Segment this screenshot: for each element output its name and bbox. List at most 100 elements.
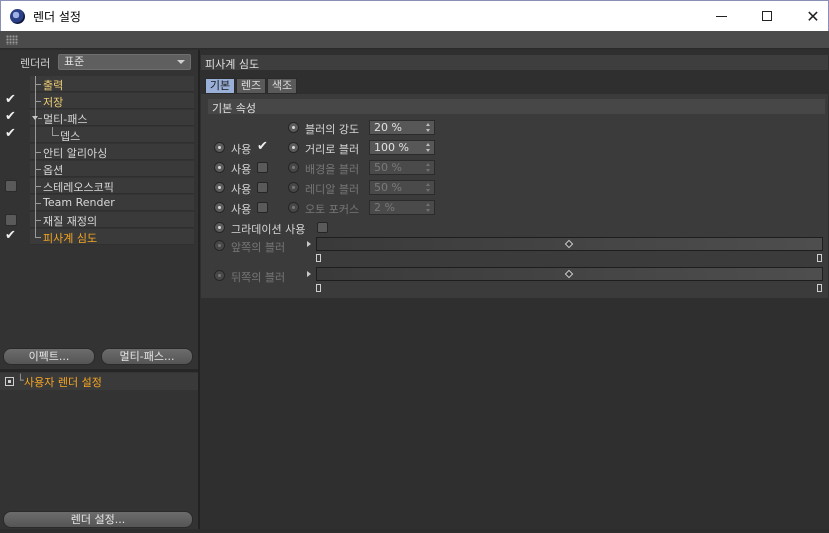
properties-content: 기본 속성 블러의 강도 20 % 사용 ✔ 거리로 블러 100 % 사용 배…: [201, 94, 828, 298]
distance-use-label: 사용: [231, 143, 252, 156]
front-blur-radio[interactable]: [214, 240, 225, 251]
spinner-icon[interactable]: [426, 183, 431, 192]
background-use-label: 사용: [231, 163, 252, 176]
checkmark-icon[interactable]: ✔: [5, 127, 17, 141]
right-panel: 피사계 심도 기본 렌즈 색조 기본 속성 블러의 강도 20 % 사용 ✔ 거…: [200, 50, 829, 529]
render-settings-button[interactable]: 렌더 설정...: [3, 511, 193, 528]
renderer-dropdown[interactable]: 표준: [58, 54, 191, 70]
background-blur-input[interactable]: 50 %: [369, 160, 435, 175]
tree-item-checkbox[interactable]: [5, 180, 17, 192]
radial-use-radio[interactable]: [214, 182, 225, 193]
tree-item-output[interactable]: 출력: [0, 76, 198, 93]
background-blur-label: 배경을 블러: [305, 163, 360, 176]
distance-use-checkbox[interactable]: ✔: [257, 140, 268, 153]
tree-item-depth[interactable]: ✔ 뎁스: [0, 127, 198, 144]
autofocus-use-radio[interactable]: [214, 202, 225, 213]
radial-blur-radio[interactable]: [288, 182, 299, 193]
tree-item-save[interactable]: ✔ 저장: [0, 93, 198, 110]
autofocus-radio[interactable]: [288, 202, 299, 213]
distance-blur-radio[interactable]: [288, 142, 299, 153]
distance-blur-label: 거리로 블러: [305, 143, 360, 156]
tree-item-depth-of-field[interactable]: ✔ 피사계 심도: [0, 229, 198, 246]
autofocus-input[interactable]: 2 %: [369, 200, 435, 215]
gradient-knot-end[interactable]: [817, 284, 822, 292]
tab-lens[interactable]: 렌즈: [236, 78, 266, 94]
tree-item-label: 뎁스: [60, 130, 81, 143]
tree-item-label: 멀티-패스: [43, 113, 88, 126]
tree-item-label: Team Render: [43, 196, 115, 209]
radial-blur-label: 레디알 블러: [305, 183, 360, 196]
radial-use-checkbox[interactable]: [257, 182, 268, 193]
tree-item-label: 옵션: [43, 164, 64, 177]
tree-item-checkbox[interactable]: [5, 214, 17, 226]
checkmark-icon[interactable]: ✔: [5, 110, 17, 124]
tab-tone[interactable]: 색조: [267, 78, 297, 94]
distance-blur-input[interactable]: 100 %: [369, 140, 435, 155]
radial-blur-input[interactable]: 50 %: [369, 180, 435, 195]
checkmark-icon[interactable]: ✔: [5, 93, 17, 107]
front-blur-label: 앞쪽의 블러: [231, 241, 286, 254]
grip-handle-icon[interactable]: [6, 35, 18, 45]
renderer-label: 렌더러: [20, 57, 51, 70]
minimize-button[interactable]: [698, 1, 744, 31]
title-bar: 렌더 설정 ✕: [0, 0, 829, 31]
tree-item-material-override[interactable]: 재질 재정의: [0, 212, 198, 229]
render-setting-icon: [5, 377, 14, 386]
tree-item-antialiasing[interactable]: 안티 알리아싱: [0, 144, 198, 161]
user-render-setting-label: 사용자 렌더 설정: [24, 376, 102, 389]
section-header: 기본 속성: [208, 99, 825, 115]
radial-use-label: 사용: [231, 183, 252, 196]
distance-use-radio[interactable]: [214, 142, 225, 153]
chevron-down-icon: [177, 60, 185, 64]
gradient-label: 그라데이션 사용: [231, 223, 306, 236]
gradient-knot-end[interactable]: [817, 254, 822, 262]
close-button[interactable]: ✕: [790, 1, 829, 31]
tree-item-team-render[interactable]: Team Render: [0, 195, 198, 212]
expand-arrow-icon[interactable]: [307, 271, 311, 277]
tree-item-options[interactable]: 옵션: [0, 161, 198, 178]
back-blur-label: 뒤쪽의 블러: [231, 271, 286, 284]
multipass-button[interactable]: 멀티-패스...: [101, 348, 193, 365]
autofocus-label: 오토 포커스: [305, 203, 360, 216]
tab-basic[interactable]: 기본: [205, 78, 235, 94]
tree-item-label: 스테레오스코픽: [43, 181, 114, 194]
background-use-checkbox[interactable]: [257, 162, 268, 173]
left-panel: 렌더러 표준 출력 ✔ 저장 ✔ 멀티-패스 ✔ 뎁스 안티 알리아싱 옵션 스…: [0, 50, 198, 529]
gradient-checkbox[interactable]: [317, 222, 328, 233]
tree-item-stereoscopic[interactable]: 스테레오스코픽: [0, 178, 198, 195]
tree-item-label: 안티 알리아싱: [43, 147, 108, 160]
minimize-icon: [715, 15, 727, 17]
renderer-row: 렌더러 표준: [0, 52, 198, 72]
tree-item-label: 재질 재정의: [43, 215, 98, 228]
window-title: 렌더 설정: [33, 10, 81, 24]
spinner-icon[interactable]: [426, 123, 431, 132]
checkmark-icon[interactable]: ✔: [5, 229, 17, 243]
gradient-radio[interactable]: [214, 222, 225, 233]
spinner-icon[interactable]: [426, 163, 431, 172]
tree-item-multipass[interactable]: ✔ 멀티-패스: [0, 110, 198, 127]
blur-strength-radio[interactable]: [288, 122, 299, 133]
panel-header: 피사계 심도: [201, 55, 828, 71]
gradient-knot-start[interactable]: [316, 254, 321, 262]
autofocus-use-checkbox[interactable]: [257, 202, 268, 213]
settings-tree: 출력 ✔ 저장 ✔ 멀티-패스 ✔ 뎁스 안티 알리아싱 옵션 스테레오스코픽 …: [0, 76, 198, 246]
app-logo-icon: [10, 9, 25, 24]
panel-separator[interactable]: [0, 369, 198, 372]
maximize-button[interactable]: [744, 1, 790, 31]
spinner-icon[interactable]: [426, 203, 431, 212]
close-icon: ✕: [806, 6, 820, 26]
tree-item-label: 출력: [43, 79, 64, 92]
blur-strength-input[interactable]: 20 %: [369, 120, 435, 135]
expand-arrow-icon[interactable]: [307, 241, 311, 247]
back-blur-radio[interactable]: [214, 270, 225, 281]
renderer-value: 표준: [64, 55, 85, 68]
tree-item-label: 저장: [43, 96, 64, 109]
background-blur-radio[interactable]: [288, 162, 299, 173]
background-use-radio[interactable]: [214, 162, 225, 173]
effect-button[interactable]: 이펙트...: [3, 348, 95, 365]
user-render-setting-item[interactable]: └ 사용자 렌더 설정: [0, 373, 198, 390]
gradient-knot-start[interactable]: [316, 284, 321, 292]
tree-item-label: 피사계 심도: [43, 232, 98, 245]
spinner-icon[interactable]: [426, 143, 431, 152]
blur-strength-label: 블러의 강도: [305, 123, 360, 136]
